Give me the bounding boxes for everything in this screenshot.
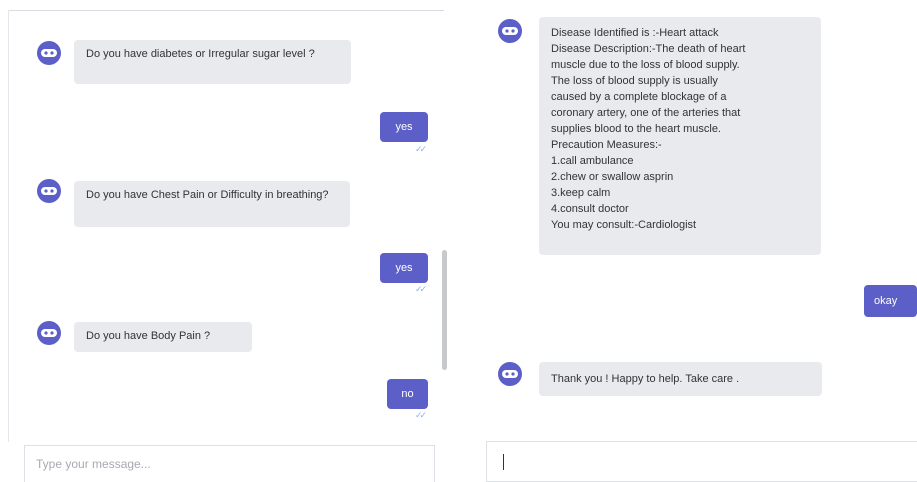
disease-description: muscle due to the loss of blood supply. [551, 59, 740, 71]
user-message: yes [380, 253, 428, 283]
precaution-item: 4.consult doctor [551, 203, 629, 215]
precaution-item: 2.chew or swallow asprin [551, 171, 674, 183]
disease-description: caused by a complete blockage of a [551, 91, 727, 103]
consult-specialist: You may consult:-Cardiologist [551, 219, 697, 231]
chat-scrollbar[interactable] [442, 250, 447, 370]
read-receipt-icon: ✓✓ [415, 144, 427, 154]
header-divider [8, 10, 444, 11]
bot-avatar-icon [497, 361, 525, 389]
message-input-box[interactable] [486, 441, 917, 482]
bot-message: Do you have diabetes or Irregular sugar … [74, 40, 351, 84]
message-input[interactable] [36, 457, 423, 471]
message-input-box[interactable] [24, 445, 435, 482]
message-text: no [401, 388, 414, 400]
message-text: okay [874, 295, 898, 307]
user-message: yes [380, 112, 428, 142]
message-input[interactable] [498, 453, 906, 467]
bot-avatar-icon [497, 18, 525, 46]
bot-message: Do you have Body Pain ? [74, 322, 252, 352]
user-message: okay [864, 285, 917, 317]
disease-identified: Disease Identified is :-Heart attack [551, 27, 719, 39]
right-chat-panel: Disease Identified is :-Heart attack Dis… [480, 0, 917, 482]
bot-avatar-icon [36, 320, 64, 348]
bot-message: Do you have Chest Pain or Difficulty in … [74, 181, 350, 227]
read-receipt-icon: ✓✓ [415, 284, 427, 294]
bot-avatar-icon [36, 40, 64, 68]
left-chat-panel: Do you have diabetes or Irregular sugar … [0, 0, 450, 482]
message-text: Do you have Chest Pain or Difficulty in … [86, 189, 329, 201]
bot-message: Thank you ! Happy to help. Take care . [539, 362, 822, 396]
bot-avatar-icon [36, 178, 64, 206]
text-cursor [503, 454, 504, 470]
precaution-item: 3.keep calm [551, 187, 611, 199]
precaution-heading: Precaution Measures:- [551, 139, 662, 151]
read-receipt-icon: ✓✓ [415, 410, 427, 420]
panel-border [8, 10, 9, 442]
message-text: Thank you ! Happy to help. Take care . [551, 373, 740, 385]
disease-description: The loss of blood supply is usually [551, 75, 718, 87]
message-text: yes [395, 262, 413, 274]
diagnosis-message: Disease Identified is :-Heart attack Dis… [539, 17, 821, 255]
disease-description: supplies blood to the heart muscle. [551, 123, 721, 135]
user-message: no [387, 379, 428, 409]
message-text: Do you have Body Pain ? [86, 330, 211, 342]
message-text: Do you have diabetes or Irregular sugar … [86, 48, 315, 60]
disease-description: coronary artery, one of the arteries tha… [551, 107, 741, 119]
precaution-item: 1.call ambulance [551, 155, 634, 167]
disease-description: Disease Description:-The death of heart [551, 43, 746, 55]
message-text: yes [395, 121, 413, 133]
